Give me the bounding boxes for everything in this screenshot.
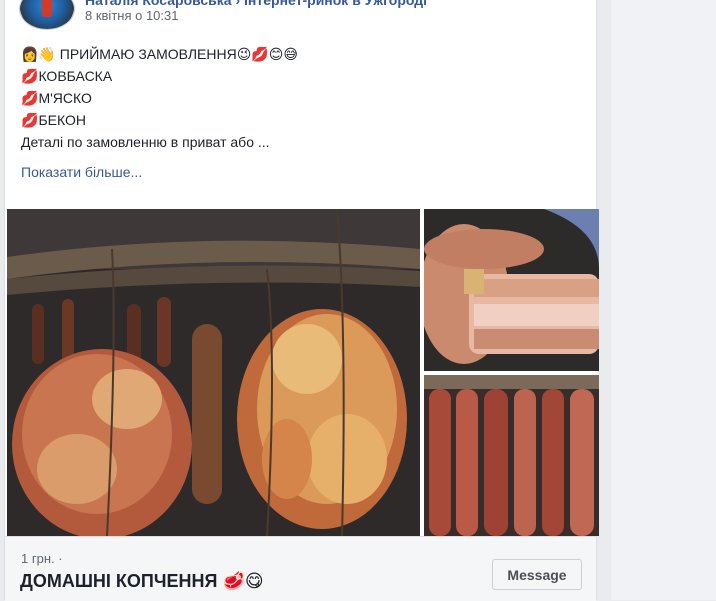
post-line: 💋М'ЯСКО	[21, 88, 581, 110]
see-more-link[interactable]: Показати більше...	[21, 164, 142, 180]
line-text: БЕКОН	[38, 112, 86, 128]
line-text: Деталі по замовленню в приват або ...	[21, 134, 270, 150]
author-avatar[interactable]	[19, 0, 75, 30]
message-button[interactable]: Message	[492, 559, 582, 590]
line-text: ПРИЙМАЮ ЗАМОВЛЕННЯ	[55, 46, 237, 62]
author-name[interactable]: Наталія Косаровська › Інтернет-ринок в У…	[85, 0, 427, 8]
right-sidebar	[611, 0, 716, 600]
emoji-before: 💋	[21, 69, 39, 85]
post-line: 💋КОВБАСКА	[21, 66, 581, 88]
emoji-before: 💋	[21, 91, 39, 107]
post-header: Наталія Косаровська › Інтернет-ринок в У…	[5, 0, 596, 40]
listing-title-emoji: 🥩😋	[222, 571, 264, 592]
post-line: 💋БЕКОН	[21, 110, 581, 132]
emoji-before: 💋	[21, 113, 39, 129]
photo-grid	[5, 209, 599, 536]
avatar-emblem	[42, 0, 52, 17]
photo-bacon-in-hand[interactable]	[424, 209, 599, 371]
listing-title-text: ДОМАШНІ КОПЧЕННЯ	[20, 571, 218, 591]
emoji-before: 👩👋	[21, 47, 56, 63]
photo-sausages[interactable]	[424, 375, 599, 536]
line-text: КОВБАСКА	[38, 68, 113, 84]
listing-footer: 1 грн. · ДОМАШНІ КОПЧЕННЯ 🥩😋 Message	[5, 536, 596, 601]
listing-title: ДОМАШНІ КОПЧЕННЯ 🥩😋	[20, 571, 264, 592]
post-line: Деталі по замовленню в приват або ...	[21, 132, 581, 153]
post-timestamp[interactable]: 8 квітня о 10:31	[85, 8, 178, 23]
emoji-after: 😉💋😊😅	[236, 47, 298, 63]
photo-smoked-meat-hanging[interactable]	[7, 209, 420, 536]
post-text: 👩👋 ПРИЙМАЮ ЗАМОВЛЕННЯ😉💋😊😅 💋КОВБАСКА 💋М'Я…	[21, 44, 581, 153]
marketplace-post: Наталія Косаровська › Інтернет-ринок в У…	[4, 0, 599, 601]
line-text: М'ЯСКО	[38, 90, 92, 106]
listing-price: 1 грн. ·	[21, 551, 63, 566]
post-line: 👩👋 ПРИЙМАЮ ЗАМОВЛЕННЯ😉💋😊😅	[21, 44, 581, 66]
